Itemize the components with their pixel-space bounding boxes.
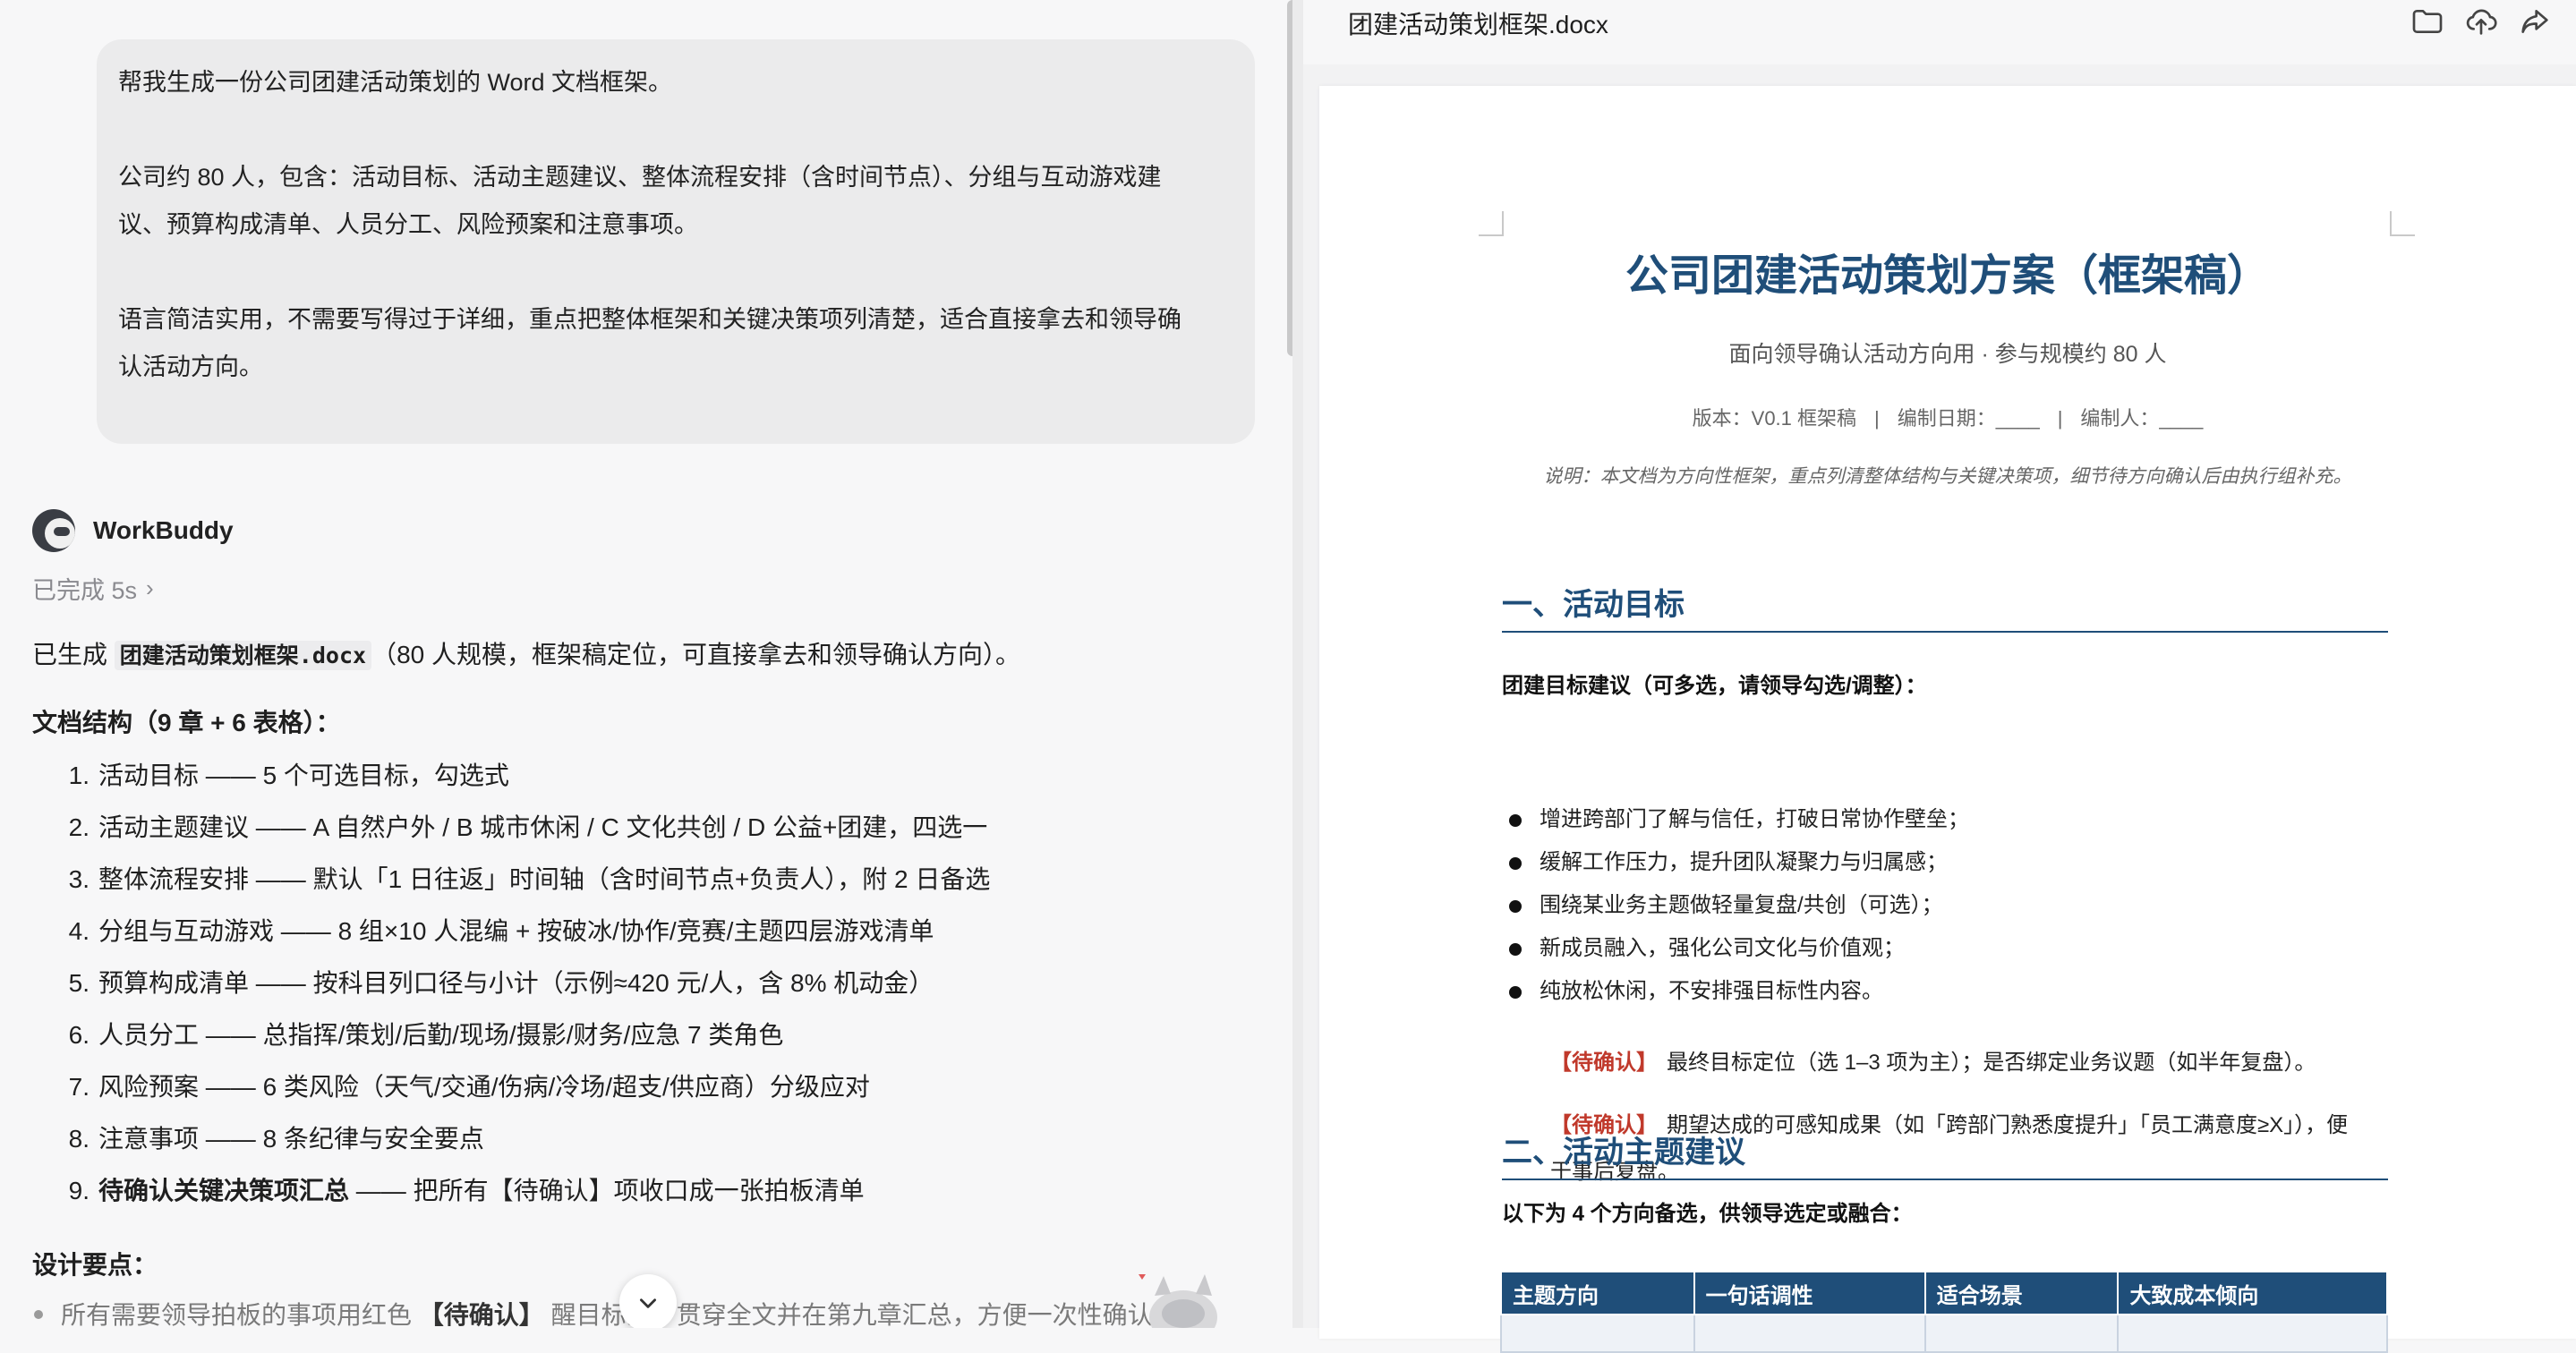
table-header-cell: 一句话调性 (1693, 1271, 1926, 1315)
generated-file-name: 团建活动策划框架.docx (114, 641, 372, 670)
user-message-line: 语言简洁实用，不需要写得过于详细，重点把整体框架和关键决策项列清楚，适合直接拿去… (118, 306, 1181, 380)
goal-bullet-item: 围绕某业务主题做轻量复盘/共创（可选）； (1502, 884, 1969, 927)
document-subtitle: 面向领导确认活动方向用 · 参与规模约 80 人 (1728, 342, 2167, 367)
folder-icon[interactable] (2410, 4, 2445, 39)
structure-list-item: 5. 预算构成清单 —— 按科目列口径与小计（示例≈420 元/人，含 8% 机动… (68, 969, 934, 997)
goal-bullet-item: 增进跨部门了解与信任，打破日常协作壁垒； (1502, 798, 1969, 841)
user-message-line: 帮我生成一份公司团建活动策划的 Word 文档框架。 (118, 69, 673, 96)
chevron-right-icon: › (146, 574, 154, 601)
document-title: 公司团建活动策划方案（框架稿） (1625, 252, 2270, 300)
structure-list: 1. 活动目标 —— 5 个可选目标，勾选式 2. 活动主题建议 —— A 自然户外 … (32, 750, 991, 1217)
generated-file-line: 已生成 团建活动策划框架.docx （80 人规模，框架稿定位，可直接拿去和领导确… (32, 641, 1020, 670)
table-header-cell: 适合场景 (1923, 1271, 2120, 1315)
chat-panel: 帮我生成一份公司团建活动策划的 Word 文档框架。 公司约 80 人，包含：活… (0, 0, 1292, 1328)
table-header-row: 主题方向 一句话调性 适合场景 大致成本倾向 (1500, 1271, 2388, 1315)
mascot-icon (1139, 1274, 1217, 1328)
section-intro: 以下为 4 个方向备选，供领导选定或融合： (1502, 1202, 1913, 1226)
goal-bullet-item: 缓解工作压力，提升团队凝聚力与归属感； (1502, 841, 1969, 884)
document-page: 公司团建活动策划方案（框架稿） 面向领导确认活动方向用 · 参与规模约 80 人… (1319, 86, 2576, 1353)
section-heading: 二、活动主题建议 (1502, 1128, 2388, 1180)
document-filename: 团建活动策划框架.docx (1348, 11, 1608, 38)
page-corner-mark (1479, 211, 1504, 236)
structure-list-item: 3. 整体流程安排 —— 默认「1 日往返」时间轴（含时间节点+负责人），附 2 … (68, 865, 991, 893)
document-note: 说明：本文档为方向性框架，重点列清整体结构与关键决策项，细节待方向确认后由执行组… (1543, 466, 2352, 487)
goal-bullet-item: 新成员融入，强化公司文化与价值观； (1502, 927, 1969, 970)
agent-header: WorkBuddy (32, 508, 234, 553)
user-message-line: 公司约 80 人，包含：活动目标、活动主题建议、整体流程安排（含时间节点）、分组… (118, 164, 1162, 238)
agent-name: WorkBuddy (93, 516, 234, 544)
structure-list-item: 2. 活动主题建议 —— A 自然户外 / B 城市休闲 / C 文化共创 / D… (68, 813, 988, 841)
document-meta: 版本：V0.1 框架稿 | 编制日期：____ | 编制人：____ (1692, 407, 2204, 430)
table-header-cell: 大致成本倾向 (2117, 1271, 2388, 1315)
design-title: 设计要点： (32, 1251, 158, 1279)
table-row (1500, 1314, 2388, 1353)
section-intro: 团建目标建议（可多选，请领导勾选/调整）： (1502, 674, 1927, 698)
share-icon[interactable] (2517, 4, 2553, 39)
status-text: 已完成 5s (32, 577, 138, 604)
document-preview-panel: 团建活动策划框架.docx 公司团建活动策划方案（框架稿） 面向领导确认活动方向… (1303, 0, 2576, 1353)
goal-bullet-list: 增进跨部门了解与信任，打破日常协作壁垒； 缓解工作压力，提升团队凝聚力与归属感；围… (1502, 798, 1969, 1013)
user-message-bubble: 帮我生成一份公司团建活动策划的 Word 文档框架。 公司约 80 人，包含：活… (97, 39, 1255, 444)
structure-title: 文档结构（9 章 + 6 表格）： (32, 709, 341, 736)
structure-list-item: 7. 风险预案 —— 6 类风险（天气/交通/伤病/冷场/超支/供应商）分级应对 (68, 1073, 870, 1101)
pane-divider[interactable] (1292, 0, 1303, 1328)
document-toolbar: 团建活动策划框架.docx (1303, 0, 2576, 64)
upload-icon[interactable] (2463, 4, 2499, 39)
goal-bullet-item: 纯放松休闲，不安排强目标性内容。 (1502, 970, 1969, 1013)
thinking-status-toggle[interactable]: 已完成 5s › (32, 571, 154, 606)
structure-list-item: 8. 注意事项 —— 8 条纪律与安全要点 (68, 1125, 484, 1153)
chevron-down-icon (640, 1298, 656, 1308)
confirm-item: 【待确认】 最终目标定位（选 1–3 项为主）；是否绑定业务议题（如半年复盘）。 (1550, 1051, 2316, 1075)
structure-list-item: 4. 分组与互动游戏 —— 8 组×10 人混编 + 按破冰/协作/竞赛/主题四层… (68, 917, 934, 945)
structure-list-item: 6. 人员分工 —— 总指挥/策划/后勤/现场/摄影/财务/应急 7 类角色 (68, 1021, 784, 1049)
section-heading: 一、活动目标 (1502, 580, 2388, 633)
structure-list-item: 1. 活动目标 —— 5 个可选目标，勾选式 (68, 762, 509, 789)
theme-table: 主题方向 一句话调性 适合场景 大致成本倾向 (1500, 1271, 2388, 1353)
scroll-to-bottom-button[interactable] (619, 1274, 677, 1328)
table-header-cell: 主题方向 (1500, 1271, 1695, 1315)
structure-list-item: 9. 待确认关键决策项汇总 —— 把所有【待确认】项收口成一张拍板清单 (68, 1177, 865, 1204)
page-corner-mark (2390, 211, 2415, 236)
agent-avatar (32, 509, 75, 552)
